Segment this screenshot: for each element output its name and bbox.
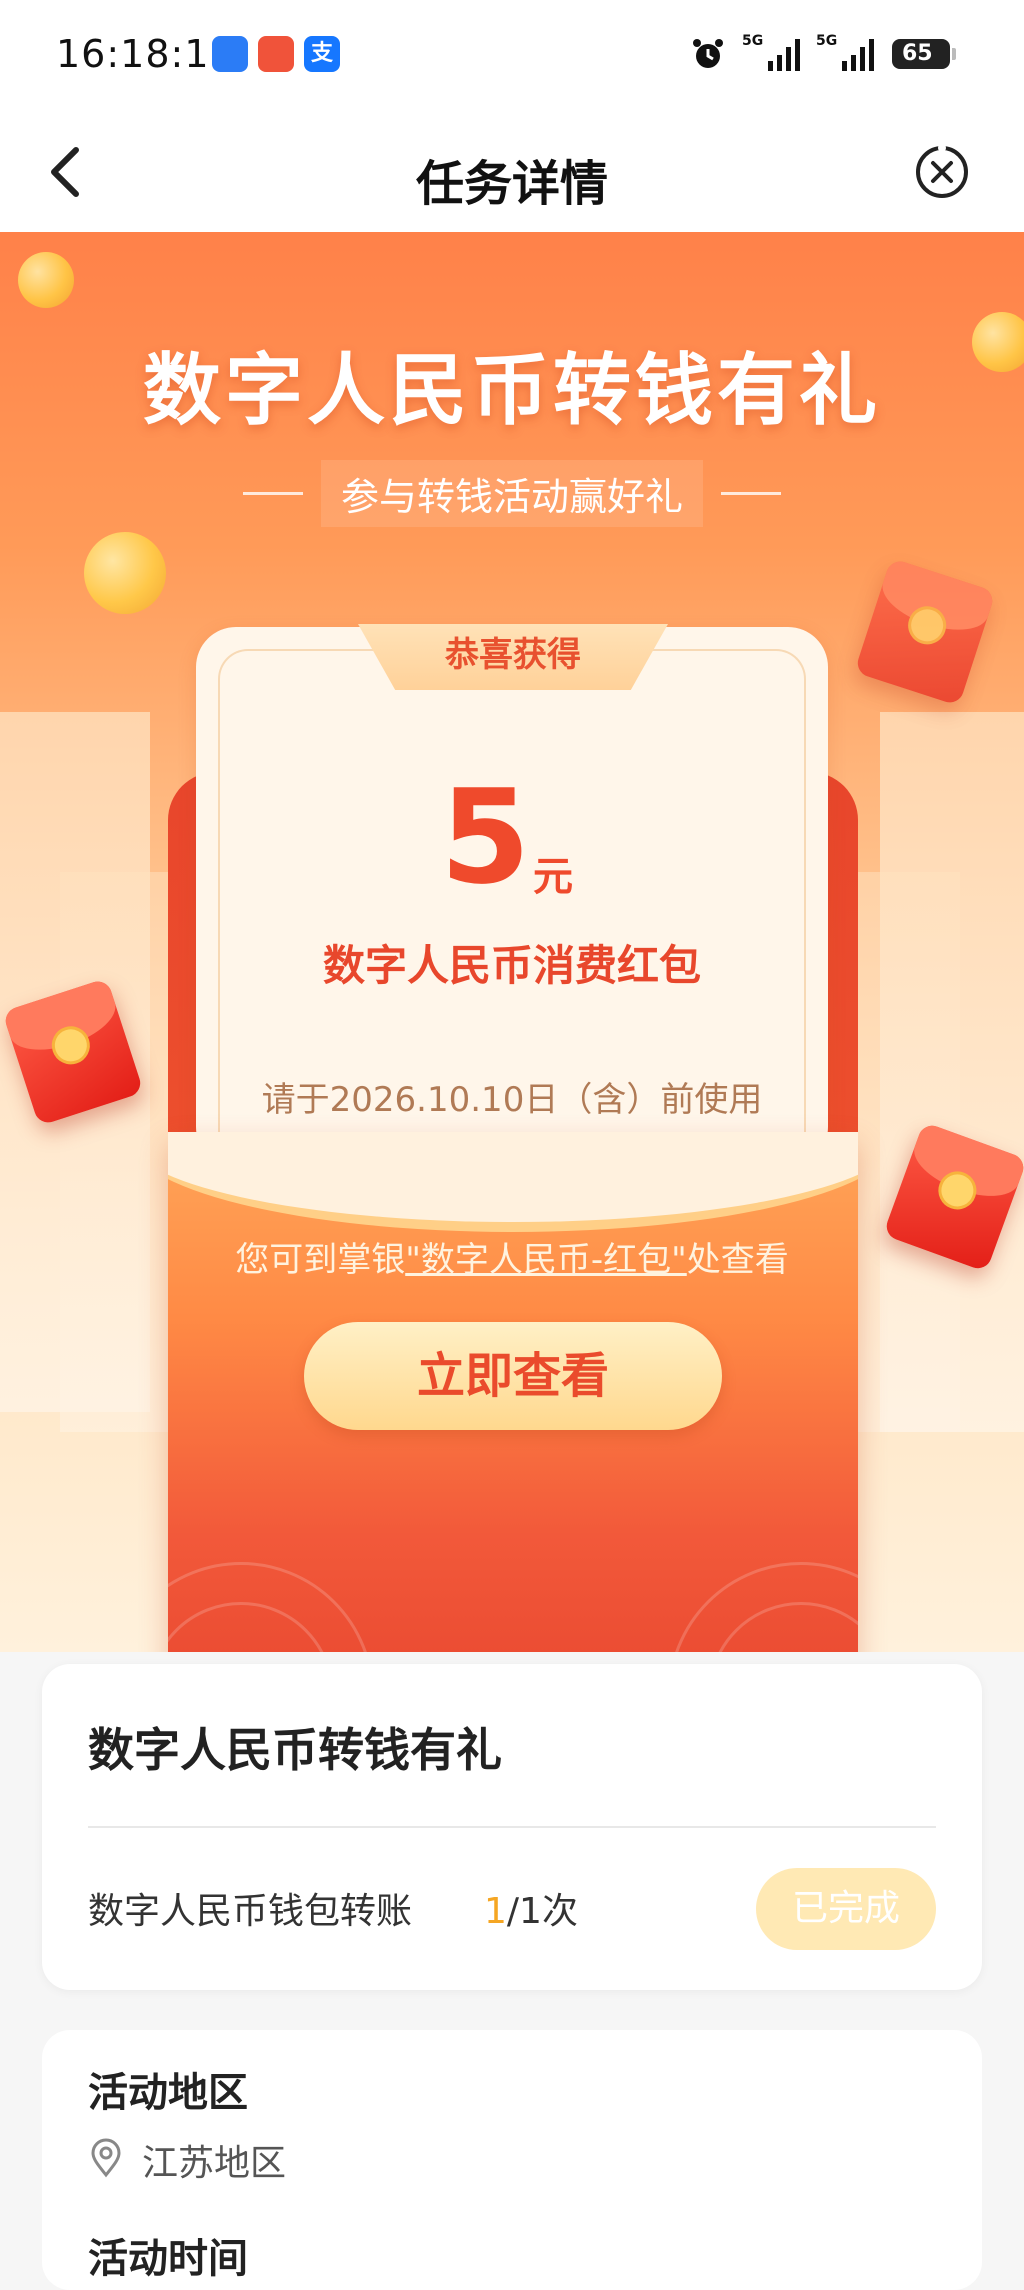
reward-unit: 元 [533, 854, 573, 900]
nav-bar: 任务详情 [0, 110, 1024, 232]
cartoon-app-icon [258, 36, 294, 72]
coupon-name: 数字人民币消费红包 [322, 941, 701, 990]
divider [88, 1826, 936, 1828]
congrats-label: 恭喜获得 [445, 635, 581, 675]
location-pin-icon [91, 2138, 121, 2178]
status-bar: 16:18:11 支 5G 5G 65 [0, 0, 1024, 110]
battery-icon: 65 [892, 39, 956, 69]
red-envelope-decor [854, 557, 996, 707]
hero-title: 数字人民币转钱有礼 [142, 346, 881, 436]
divider [242, 492, 303, 495]
task-title: 数字人民币转钱有礼 [88, 1723, 502, 1777]
region-card: 活动地区 江苏地区 活动时间 [42, 2030, 982, 2290]
hero-subtitle: 参与转钱活动赢好礼 [320, 460, 703, 527]
alipay-icon: 支 [304, 36, 340, 72]
baidu-app-icon [212, 36, 248, 72]
page-title: 任务详情 [415, 156, 608, 212]
activity-time-title: 活动时间 [88, 2236, 248, 2282]
completed-button[interactable]: 已完成 [756, 1868, 936, 1950]
signal-icon: 5G [742, 33, 800, 71]
task-progress: 1/1次 [484, 1891, 578, 1932]
hero-subtitle-row: 参与转钱活动赢好礼 [0, 460, 1024, 527]
region-value: 江苏地区 [142, 2143, 287, 2184]
divider [721, 492, 781, 495]
task-card: 数字人民币转钱有礼 数字人民币钱包转账 1/1次 已完成 [42, 1664, 982, 1990]
red-packet-link[interactable]: "数字人民币-红包" [405, 1240, 687, 1280]
reward-amount: 5 [440, 761, 531, 913]
expire-text: 请于2026.10.10日（含）前使用 [261, 1080, 763, 1120]
task-item-name: 数字人民币钱包转账 [88, 1891, 413, 1932]
hint-text: 您可到掌银"数字人民币-红包"处查看 [235, 1240, 789, 1280]
hero-banner: 数字人民币转钱有礼 参与转钱活动赢好礼 恭喜获得 5 元 数字人民币消费红包 请… [0, 232, 1024, 1652]
region-title: 活动地区 [88, 2070, 248, 2116]
status-icons: 5G 5G 65 [690, 33, 956, 74]
view-now-button[interactable]: 立即查看 [304, 1322, 722, 1430]
close-icon[interactable] [914, 144, 970, 200]
coin-decor [18, 252, 74, 308]
coin-decor [84, 532, 166, 614]
status-time: 16:18:11 [56, 32, 235, 76]
alarm-icon [693, 39, 723, 68]
signal-icon-2: 5G [816, 33, 874, 71]
